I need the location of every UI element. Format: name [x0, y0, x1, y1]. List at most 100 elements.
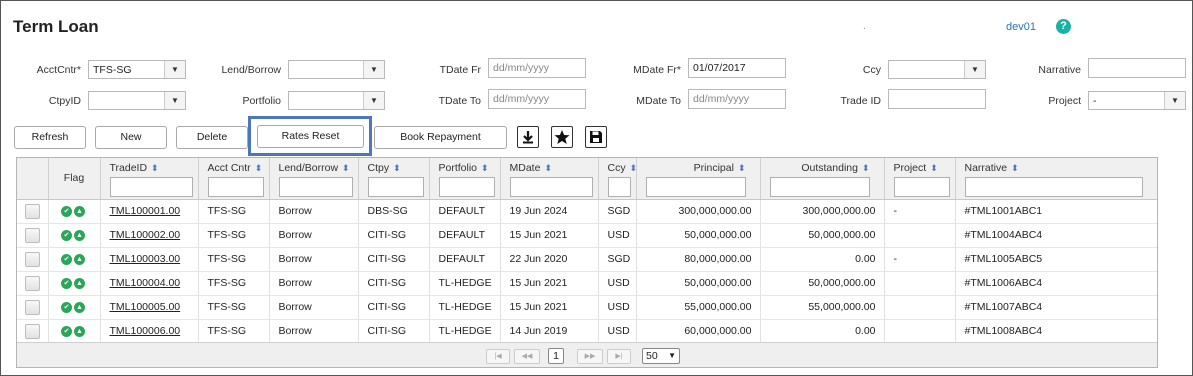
chevron-down-icon[interactable]: ▼ [363, 92, 384, 109]
principal-filter-input[interactable] [645, 177, 746, 197]
col-header-ccy[interactable]: Ccy ⬍ [598, 158, 638, 200]
user-name[interactable]: dev01 [1006, 21, 1036, 33]
save-icon[interactable] [585, 126, 607, 148]
star-icon[interactable] [551, 126, 573, 148]
col-header-portfolio[interactable]: Portfolio ⬍ [429, 158, 501, 200]
row-select-cell[interactable] [17, 223, 49, 248]
book-repayment-button[interactable]: Book Repayment [374, 126, 507, 149]
lend-borrow-filter-input[interactable] [278, 177, 353, 197]
sort-icon[interactable]: ⬍ [255, 163, 263, 173]
tdate-to-input[interactable] [488, 89, 586, 109]
row-checkbox[interactable] [25, 227, 40, 243]
sort-icon[interactable]: ⬍ [738, 163, 746, 173]
col-header-narrative[interactable]: Narrative ⬍ [955, 158, 1157, 200]
table-header-row: Flag TradeID ⬍ Acct Cntr ⬍ Lend/Borrow ⬍ Ct… [17, 158, 1157, 200]
table-row[interactable]: ✔ ▲ TML100006.00 TFS-SG Borrow CITI-SG TL… [17, 319, 1157, 344]
col-header-flag[interactable]: Flag [48, 158, 101, 200]
col-header-principal[interactable]: Principal ⬍ [636, 158, 761, 200]
col-header-lend-borrow[interactable]: Lend/Borrow ⬍ [269, 158, 359, 200]
sort-icon[interactable]: ⬍ [342, 163, 350, 173]
trade-id-link[interactable]: TML100003.00 [110, 253, 181, 265]
trade-id-cell[interactable]: TML100004.00 [100, 271, 199, 296]
table-row[interactable]: ✔ ▲ TML100003.00 TFS-SG Borrow CITI-SG DE… [17, 247, 1157, 272]
narrative-input[interactable] [1088, 58, 1186, 78]
trade-id-cell[interactable]: TML100003.00 [100, 247, 199, 272]
ctpy-filter-input[interactable] [367, 177, 424, 197]
new-button[interactable]: New [95, 126, 167, 149]
acct-cntr-filter-input[interactable] [207, 177, 264, 197]
row-select-cell[interactable] [17, 199, 49, 224]
table-row[interactable]: ✔ ▲ TML100005.00 TFS-SG Borrow CITI-SG TL… [17, 295, 1157, 320]
row-checkbox[interactable] [25, 299, 40, 315]
project-filter-input[interactable] [893, 177, 950, 197]
tradeid-filter-input[interactable] [109, 177, 193, 197]
row-checkbox[interactable] [25, 251, 40, 267]
sort-icon[interactable]: ⬍ [481, 163, 489, 173]
tdate-fr-input[interactable] [488, 58, 586, 78]
col-header-acct-cntr[interactable]: Acct Cntr ⬍ [198, 158, 270, 200]
next-page-button[interactable]: ▶▶ [577, 349, 603, 364]
chevron-down-icon[interactable]: ▼ [164, 61, 185, 78]
trade-id-link[interactable]: TML100002.00 [110, 229, 181, 241]
narrative-filter-input[interactable] [964, 177, 1143, 197]
table-row[interactable]: ✔ ▲ TML100004.00 TFS-SG Borrow CITI-SG TL… [17, 271, 1157, 296]
refresh-button[interactable]: Refresh [14, 126, 86, 149]
chevron-down-icon[interactable]: ▼ [1164, 92, 1185, 109]
sort-icon[interactable]: ⬍ [393, 163, 401, 173]
portfolio-select[interactable]: ▼ [288, 91, 385, 110]
chevron-down-icon[interactable]: ▼ [164, 92, 185, 109]
mdate-filter-input[interactable] [509, 177, 593, 197]
chevron-down-icon[interactable]: ▼ [964, 61, 985, 78]
page-size-select[interactable]: 50 ▼ [642, 348, 680, 364]
current-page[interactable]: 1 [548, 348, 564, 364]
row-checkbox[interactable] [25, 203, 40, 219]
row-checkbox[interactable] [25, 275, 40, 291]
trade-id-cell[interactable]: TML100005.00 [100, 295, 199, 320]
sort-icon[interactable]: ⬍ [630, 163, 638, 173]
sort-icon[interactable]: ⬍ [862, 163, 870, 173]
trade-id-link[interactable]: TML100001.00 [110, 205, 181, 217]
delete-button[interactable]: Delete [176, 126, 248, 149]
acctcntr-select[interactable]: TFS-SG ▼ [88, 60, 186, 79]
first-page-button[interactable]: |◀ [486, 349, 510, 364]
trade-id-link[interactable]: TML100005.00 [110, 301, 181, 313]
sort-icon[interactable]: ⬍ [1011, 163, 1019, 173]
ccy-select[interactable]: ▼ [888, 60, 986, 79]
ccy-filter-input[interactable] [607, 177, 631, 197]
trade-id-input[interactable] [888, 89, 986, 109]
table-row[interactable]: ✔ ▲ TML100001.00 TFS-SG Borrow DBS-SG DEF… [17, 199, 1157, 224]
trade-id-cell[interactable]: TML100002.00 [100, 223, 199, 248]
sort-icon[interactable]: ⬍ [151, 163, 159, 173]
trade-id-cell[interactable]: TML100001.00 [100, 199, 199, 224]
row-checkbox[interactable] [25, 323, 40, 339]
lend-borrow-select[interactable]: ▼ [288, 60, 385, 79]
sort-icon[interactable]: ⬍ [544, 163, 552, 173]
table-row[interactable]: ✔ ▲ TML100002.00 TFS-SG Borrow CITI-SG DE… [17, 223, 1157, 248]
trade-id-link[interactable]: TML100006.00 [110, 325, 181, 337]
mdate-fr-input[interactable] [688, 58, 786, 78]
col-header-outstanding[interactable]: Outstanding ⬍ [760, 158, 885, 200]
project-select[interactable]: - ▼ [1088, 91, 1186, 110]
sort-icon[interactable]: ⬍ [930, 163, 938, 173]
row-select-cell[interactable] [17, 247, 49, 272]
help-icon[interactable]: ? [1056, 19, 1071, 34]
mdate-cell: 14 Jun 2019 [500, 319, 599, 344]
col-header-tradeid[interactable]: TradeID ⬍ [100, 158, 199, 200]
row-select-cell[interactable] [17, 319, 49, 344]
row-select-cell[interactable] [17, 271, 49, 296]
row-select-cell[interactable] [17, 295, 49, 320]
download-icon[interactable] [517, 126, 539, 148]
last-page-button[interactable]: ▶| [607, 349, 631, 364]
prev-page-button[interactable]: ◀◀ [514, 349, 540, 364]
outstanding-filter-input[interactable] [769, 177, 870, 197]
ctpyid-select[interactable]: ▼ [88, 91, 186, 110]
rates-reset-button[interactable]: Rates Reset [257, 125, 364, 148]
col-header-project[interactable]: Project ⬍ [884, 158, 956, 200]
mdate-to-input[interactable] [688, 89, 786, 109]
col-header-mdate[interactable]: MDate ⬍ [500, 158, 599, 200]
trade-id-cell[interactable]: TML100006.00 [100, 319, 199, 344]
portfolio-filter-input[interactable] [438, 177, 495, 197]
col-header-ctpy[interactable]: Ctpy ⬍ [358, 158, 430, 200]
chevron-down-icon[interactable]: ▼ [363, 61, 384, 78]
trade-id-link[interactable]: TML100004.00 [110, 277, 181, 289]
